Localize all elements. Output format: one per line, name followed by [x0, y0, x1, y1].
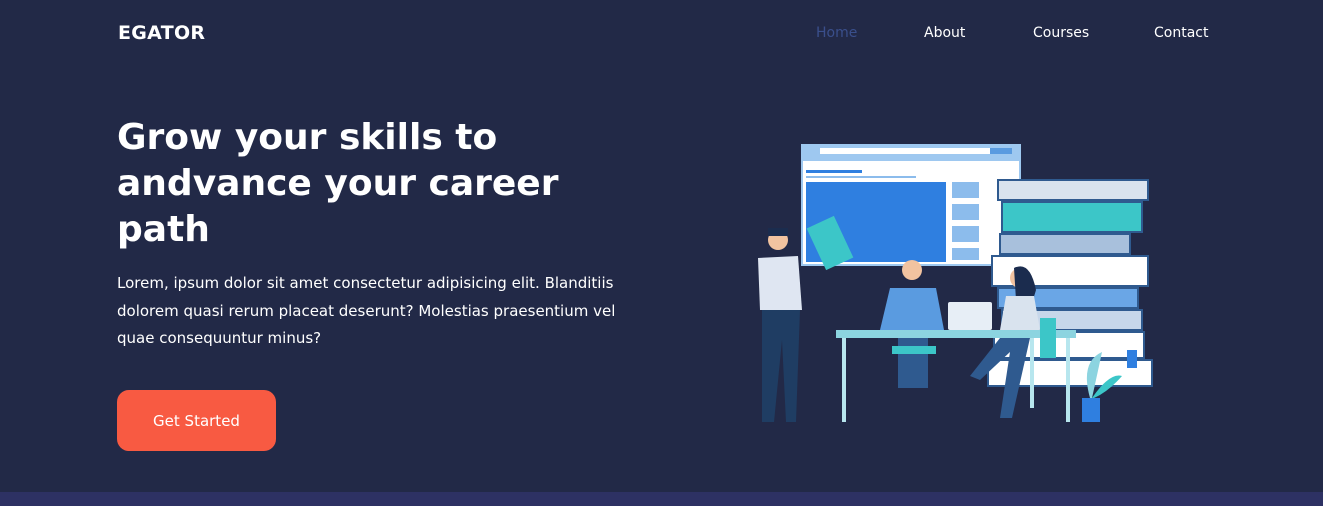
navbar: EGATOR Home About Courses Contact	[0, 0, 1323, 68]
brand-logo[interactable]: EGATOR	[118, 22, 205, 44]
nav-link-courses[interactable]: Courses	[1033, 25, 1089, 41]
footer-strip	[0, 492, 1323, 506]
nav-link-home[interactable]: Home	[816, 25, 857, 41]
hero-description: Lorem, ipsum dolor sit amet consectetur …	[117, 274, 616, 347]
laptop-right	[948, 302, 992, 330]
seated-man	[880, 260, 944, 388]
nav-link-contact[interactable]: Contact	[1154, 25, 1208, 41]
online-learning-team-illustration	[758, 144, 1153, 422]
nav-link-about[interactable]: About	[924, 25, 965, 41]
hero-title: Grow your skills to andvance your career…	[117, 117, 559, 250]
get-started-button[interactable]: Get Started	[117, 390, 276, 451]
